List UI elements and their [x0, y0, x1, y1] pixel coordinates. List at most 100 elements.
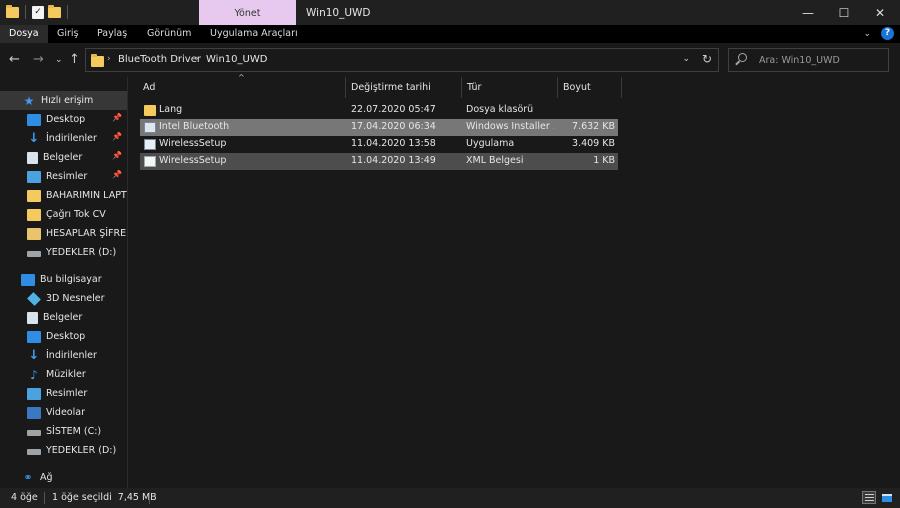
item-count: 4 öğe — [11, 492, 38, 503]
column-separator[interactable] — [345, 77, 346, 98]
recent-locations-chevron-icon[interactable]: ⌄ — [55, 55, 63, 65]
file-size: 3.409 KB — [572, 138, 615, 149]
folder-icon — [27, 189, 41, 202]
title-bar: ✓ Yönet Win10_UWD — ☐ ✕ — [0, 0, 900, 25]
tab-file[interactable]: Dosya — [0, 25, 48, 43]
sidebar-item-pc-desktop[interactable]: Desktop — [0, 327, 127, 346]
up-arrow-icon[interactable]: ↑ — [69, 52, 80, 67]
file-name: Lang — [159, 104, 183, 115]
sidebar-item-desktop[interactable]: Desktop 📌 — [0, 110, 127, 129]
close-button[interactable]: ✕ — [862, 0, 898, 25]
column-separator[interactable] — [461, 77, 462, 98]
column-separator[interactable] — [621, 77, 622, 98]
file-modified: 11.04.2020 13:58 — [351, 138, 436, 149]
breadcrumb-bluetooth-driver[interactable]: BlueTooth Driver — [118, 54, 201, 65]
sidebar-item-label: BAHARIMIN LAPTOP — [46, 190, 127, 201]
sidebar-item-label: Müzikler — [46, 369, 86, 380]
properties-icon[interactable]: ✓ — [32, 5, 44, 19]
column-header-type[interactable]: Tür — [467, 77, 481, 98]
sidebar-item-label: Hızlı erişim — [41, 95, 94, 106]
sidebar-item-system-c[interactable]: SİSTEM (C:) — [0, 422, 127, 441]
chevron-down-icon[interactable]: ⌄ — [863, 29, 871, 39]
sidebar-network[interactable]: ⚭ Ağ — [0, 468, 127, 487]
sidebar-item-downloads[interactable]: ↓ İndirilenler 📌 — [0, 129, 127, 148]
tab-share[interactable]: Paylaş — [97, 25, 127, 43]
new-folder-icon[interactable] — [48, 4, 61, 18]
large-icons-view-icon — [882, 493, 892, 502]
pin-icon: 📌 — [112, 132, 122, 141]
file-type: XML Belgesi — [466, 155, 524, 166]
file-row-selected[interactable]: Intel Bluetooth 17.04.2020 06:34 Windows… — [140, 119, 618, 136]
file-name: WirelessSetup — [159, 155, 227, 166]
quick-access-toolbar: ✓ — [6, 4, 70, 19]
sidebar-item-label: YEDEKLER (D:) — [46, 445, 117, 456]
refresh-icon[interactable]: ↻ — [702, 52, 712, 66]
sidebar-item-label: Belgeler — [43, 152, 83, 163]
sidebar-item-label: Videolar — [46, 407, 85, 418]
sidebar-item-pictures[interactable]: Resimler 📌 — [0, 167, 127, 186]
sidebar-this-pc[interactable]: Bu bilgisayar — [0, 270, 127, 289]
sort-ascending-icon: ^ — [238, 73, 245, 82]
download-icon: ↓ — [28, 347, 40, 363]
breadcrumb-separator-icon[interactable]: › — [195, 54, 199, 64]
pin-icon: 📌 — [112, 113, 122, 122]
help-icon[interactable]: ? — [881, 27, 894, 40]
tab-view[interactable]: Görünüm — [147, 25, 191, 43]
password-file-icon — [27, 227, 41, 240]
breadcrumb-separator-icon[interactable]: › — [107, 54, 111, 64]
sidebar-item-label: Ağ — [40, 472, 53, 483]
details-view-button[interactable] — [862, 491, 876, 504]
desktop-icon — [27, 330, 41, 343]
search-icon — [738, 53, 747, 62]
sidebar-item-label: Desktop — [46, 331, 86, 342]
column-header-size[interactable]: Boyut — [563, 77, 591, 98]
sidebar-item-label: Bu bilgisayar — [40, 274, 102, 285]
computer-icon — [21, 273, 35, 286]
sidebar-item-pc-pictures[interactable]: Resimler — [0, 384, 127, 403]
large-icons-view-button[interactable] — [880, 491, 894, 504]
search-box[interactable] — [728, 48, 889, 72]
forward-arrow-icon[interactable]: → — [33, 52, 44, 67]
sidebar-item-label: HESAPLAR ŞİFRELER — [46, 228, 127, 239]
back-arrow-icon[interactable]: ← — [9, 52, 20, 67]
breadcrumb-win10-uwd[interactable]: Win10_UWD — [206, 54, 267, 65]
search-input[interactable] — [759, 52, 884, 68]
file-row[interactable]: WirelessSetup 11.04.2020 13:58 Uygulama … — [140, 136, 618, 153]
address-bar[interactable]: › BlueTooth Driver › Win10_UWD ⌄ ↻ — [85, 48, 719, 72]
sidebar-item-label: Desktop — [46, 114, 86, 125]
sidebar-item-pc-downloads[interactable]: ↓ İndirilenler — [0, 346, 127, 365]
manage-tab[interactable]: Yönet — [199, 0, 296, 25]
file-row-hover[interactable]: WirelessSetup 11.04.2020 13:49 XML Belge… — [140, 153, 618, 170]
sidebar-item-3d-objects[interactable]: 3D Nesneler — [0, 289, 127, 308]
file-row[interactable]: Lang 22.07.2020 05:47 Dosya klasörü — [140, 102, 618, 119]
sidebar-item-label: İndirilenler — [46, 133, 97, 144]
sidebar-item-label: İndirilenler — [46, 350, 97, 361]
folder-icon — [6, 4, 19, 18]
sidebar-item-documents[interactable]: Belgeler 📌 — [0, 148, 127, 167]
file-type: Dosya klasörü — [466, 104, 534, 115]
file-size: 7.632 KB — [572, 121, 615, 132]
tab-application-tools[interactable]: Uygulama Araçları — [210, 25, 298, 43]
sidebar-item-cagri-tok-cv[interactable]: Çağrı Tok CV — [0, 205, 127, 224]
xml-document-icon — [144, 156, 156, 167]
toolbar-separator — [25, 5, 26, 19]
address-dropdown-icon[interactable]: ⌄ — [682, 54, 690, 64]
sidebar-quick-access[interactable]: ★ Hızlı erişim — [0, 91, 127, 110]
sidebar-item-baharimin-laptop[interactable]: BAHARIMIN LAPTOP — [0, 186, 127, 205]
maximize-button[interactable]: ☐ — [826, 0, 862, 25]
pane-divider[interactable] — [127, 77, 128, 488]
sidebar-item-pc-yedekler-d[interactable]: YEDEKLER (D:) — [0, 441, 127, 460]
sidebar-item-hesaplar-sifreler[interactable]: HESAPLAR ŞİFRELER — [0, 224, 127, 243]
column-separator[interactable] — [557, 77, 558, 98]
video-icon — [27, 406, 41, 419]
column-header-modified[interactable]: Değiştirme tarihi — [351, 77, 431, 98]
download-icon: ↓ — [28, 130, 40, 146]
file-modified: 11.04.2020 13:49 — [351, 155, 436, 166]
sidebar-item-pc-documents[interactable]: Belgeler — [0, 308, 127, 327]
column-header-name[interactable]: Ad — [143, 77, 155, 98]
sidebar-item-music[interactable]: ♪ Müzikler — [0, 365, 127, 384]
sidebar-item-videos[interactable]: Videolar — [0, 403, 127, 422]
sidebar-item-yedekler-d[interactable]: YEDEKLER (D:) — [0, 243, 127, 262]
tab-home[interactable]: Giriş — [57, 25, 79, 43]
minimize-button[interactable]: — — [790, 0, 826, 25]
